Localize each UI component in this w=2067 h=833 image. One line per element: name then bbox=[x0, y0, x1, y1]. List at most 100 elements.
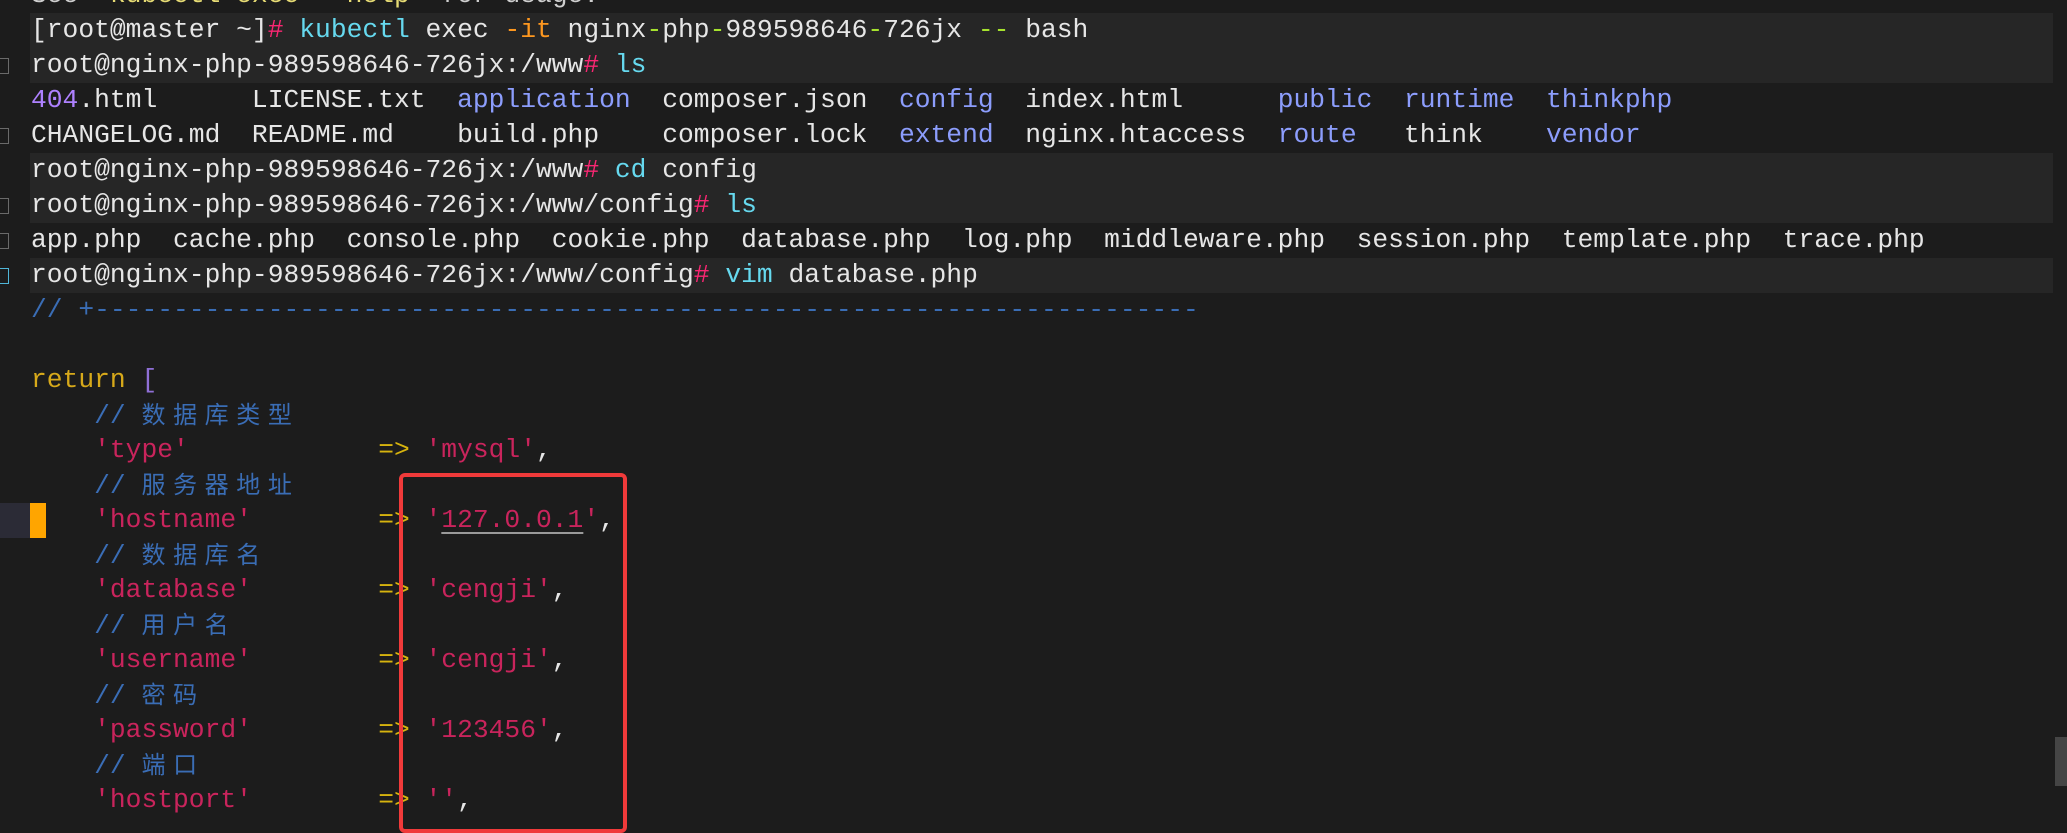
gutter-mark-icon bbox=[0, 58, 9, 74]
text-segment: public bbox=[1277, 85, 1373, 115]
text-segment: exec bbox=[409, 15, 505, 45]
terminal-line: CHANGELOG.md README.md build.php compose… bbox=[0, 118, 2053, 153]
text-segment: think bbox=[1356, 120, 1546, 150]
text-segment: 'hostport' bbox=[31, 785, 252, 815]
text-segment: cd bbox=[614, 155, 647, 185]
text-segment: - bbox=[646, 15, 663, 45]
text-segment: php bbox=[662, 15, 710, 45]
text-segment: runtime bbox=[1403, 85, 1515, 115]
line-text: // 密码 bbox=[31, 678, 205, 714]
text-segment: // bbox=[31, 751, 142, 781]
line-text: // +------------------------------------… bbox=[31, 293, 1199, 328]
line-text: 'type' => 'mysql', bbox=[31, 433, 552, 468]
text-segment: - bbox=[867, 15, 884, 45]
text-segment: nginx bbox=[551, 15, 647, 45]
text-segment: .html LICENSE.txt bbox=[78, 85, 458, 115]
terminal-line: root@nginx-php-989598646-726jx:/www# ls bbox=[30, 48, 2053, 83]
terminal-line: app.php cache.php console.php cookie.php… bbox=[0, 223, 2053, 258]
text-segment: application bbox=[457, 85, 631, 115]
text-segment: config bbox=[898, 85, 994, 115]
comment-text: 密码 bbox=[141, 681, 205, 709]
text-segment: // +------------------------------------… bbox=[31, 295, 1199, 325]
terminal-line: 'type' => 'mysql', bbox=[0, 433, 2053, 468]
line-text: See 'kubectl exec --help' for usage. bbox=[31, 0, 599, 13]
line-text: // 端口 bbox=[31, 748, 205, 784]
text-segment: kubectl bbox=[299, 15, 410, 45]
text-segment: 726jx bbox=[883, 15, 978, 45]
text-segment bbox=[710, 260, 726, 290]
line-text: root@nginx-php-989598646-726jx:/www# cd … bbox=[31, 153, 757, 188]
terminal-line: return [ bbox=[0, 363, 2053, 398]
text-segment: vendor bbox=[1545, 120, 1641, 150]
scrollbar-thumb[interactable] bbox=[2055, 737, 2067, 786]
comment-text: 用户名 bbox=[141, 611, 237, 639]
gutter-mark-icon bbox=[0, 198, 9, 214]
text-segment: root@nginx-php-989598646-726jx:/www/conf… bbox=[31, 190, 694, 220]
text-segment: return bbox=[31, 365, 142, 395]
text-segment: nginx.htaccess bbox=[993, 120, 1278, 150]
terminal-line: // 数据库类型 bbox=[0, 398, 2053, 433]
text-segment: ls bbox=[614, 50, 647, 80]
text-segment bbox=[252, 785, 378, 815]
line-text: root@nginx-php-989598646-726jx:/www/conf… bbox=[31, 188, 757, 223]
line-text: CHANGELOG.md README.md build.php compose… bbox=[31, 118, 1641, 153]
terminal-line: 'password' => '123456', bbox=[0, 713, 2053, 748]
text-segment: => bbox=[378, 435, 410, 465]
text-segment: root@nginx-php-989598646-726jx:/www bbox=[31, 50, 584, 80]
line-text: // 数据库名 bbox=[31, 538, 268, 574]
terminal-line: // 密码 bbox=[0, 678, 2053, 713]
text-segment: // bbox=[31, 401, 142, 431]
terminal-line: 'hostname' => '127.0.0.1', bbox=[0, 503, 2053, 538]
text-segment: index.html bbox=[993, 85, 1278, 115]
gutter-mark-icon bbox=[0, 268, 9, 284]
text-segment: root@nginx-php-989598646-726jx:/www/conf… bbox=[31, 260, 694, 290]
text-segment: for usage. bbox=[426, 0, 599, 10]
line-text: [root@master ~]# kubectl exec -it nginx-… bbox=[31, 13, 1088, 48]
text-segment: # bbox=[583, 155, 600, 185]
text-segment: ls bbox=[725, 190, 757, 220]
terminal-line: // 端口 bbox=[0, 748, 2053, 783]
text-segment bbox=[1514, 85, 1546, 115]
text-segment: extend bbox=[898, 120, 994, 150]
text-segment: - bbox=[709, 15, 726, 45]
text-segment: # bbox=[583, 50, 600, 80]
text-segment bbox=[599, 155, 615, 185]
terminal-line: 'hostport' => '', bbox=[0, 783, 2053, 818]
line-text: // 数据库类型 bbox=[31, 398, 299, 434]
line-text: // 服务器地址 bbox=[31, 468, 299, 504]
terminal-line: root@nginx-php-989598646-726jx:/www# cd … bbox=[30, 153, 2053, 188]
text-segment: 404 bbox=[31, 85, 79, 115]
text-segment: 'username' bbox=[31, 645, 252, 675]
comment-text: 数据库名 bbox=[141, 541, 268, 569]
terminal-line: root@nginx-php-989598646-726jx:/www/conf… bbox=[30, 188, 2053, 223]
text-segment bbox=[252, 645, 378, 675]
text-segment: 'database' bbox=[31, 575, 252, 605]
text-segment: 'type' bbox=[31, 435, 189, 465]
terminal-line: root@nginx-php-989598646-726jx:/www/conf… bbox=[30, 258, 2053, 293]
text-segment bbox=[710, 190, 726, 220]
terminal-line: See 'kubectl exec --help' for usage. bbox=[0, 0, 2053, 13]
terminal-line: // 用户名 bbox=[0, 608, 2053, 643]
text-segment: [root@master ~] bbox=[31, 15, 268, 45]
text-segment: route bbox=[1277, 120, 1357, 150]
text-segment: // bbox=[31, 681, 142, 711]
comment-text: 端口 bbox=[141, 751, 205, 779]
text-segment bbox=[284, 15, 300, 45]
terminal-line: // 数据库名 bbox=[0, 538, 2053, 573]
text-segment: -- bbox=[977, 15, 1010, 45]
text-segment: root@nginx-php-989598646-726jx:/www bbox=[31, 155, 584, 185]
text-segment bbox=[189, 435, 378, 465]
text-segment bbox=[599, 50, 615, 80]
comment-text: 数据库类型 bbox=[141, 401, 300, 429]
text-segment: -it bbox=[504, 15, 552, 45]
line-text: 404.html LICENSE.txt application compose… bbox=[31, 83, 1672, 118]
text-segment: [ bbox=[141, 365, 158, 395]
text-segment: 'kubectl exec --help' bbox=[94, 0, 425, 10]
text-segment: database.php bbox=[772, 260, 978, 290]
line-text: root@nginx-php-989598646-726jx:/www/conf… bbox=[31, 258, 978, 293]
text-segment: bash bbox=[1009, 15, 1089, 45]
text-segment: config bbox=[646, 155, 757, 185]
text-segment: // bbox=[31, 471, 142, 501]
text-segment: composer.json bbox=[630, 85, 899, 115]
